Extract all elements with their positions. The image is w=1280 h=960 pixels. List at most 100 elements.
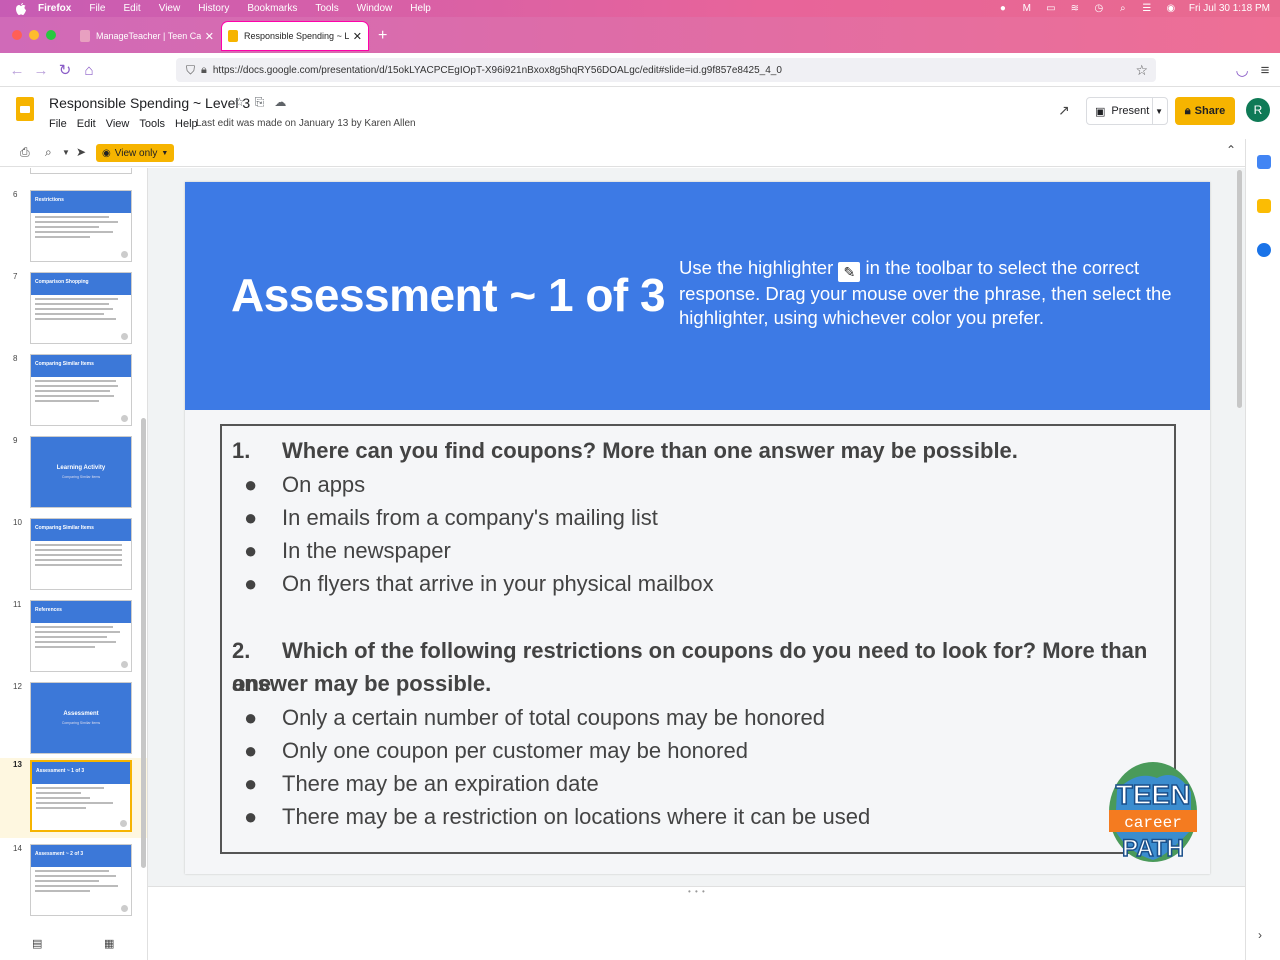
calendar-icon[interactable] <box>1257 155 1271 169</box>
answer-option[interactable]: ● There may be an expiration date <box>244 767 599 800</box>
grid-view-icon[interactable]: ▦ <box>104 937 114 950</box>
hide-menus-chevron-up-icon[interactable]: ⌃ <box>1226 143 1236 157</box>
slide-title[interactable]: Assessment ~ 1 of 3 <box>231 268 666 322</box>
filmstrip-item[interactable]: 7 Comparison Shopping <box>0 270 147 348</box>
answer-option[interactable]: ● Only one coupon per customer may be hon… <box>244 734 748 767</box>
filmstrip-item[interactable]: 11 References <box>0 598 147 676</box>
reload-icon[interactable]: ↻ <box>56 61 74 79</box>
pocket-icon[interactable]: ◡ <box>1233 61 1251 79</box>
minimize-window-button[interactable] <box>29 30 39 40</box>
slide-thumbnail[interactable]: Comparison Shopping <box>30 272 132 344</box>
resize-handle-icon[interactable]: • • • <box>688 887 706 896</box>
filmstrip-item[interactable]: 9 Learning Activity Comparing Similar It… <box>0 434 147 512</box>
slide-thumbnail-partial[interactable] <box>30 168 132 174</box>
menu-help[interactable]: Help <box>410 3 431 14</box>
present-button[interactable]: ▣ Present ▼ <box>1086 97 1168 125</box>
slides-logo-icon[interactable] <box>16 97 34 121</box>
malwarebytes-icon[interactable]: M <box>1021 3 1033 14</box>
answer-option[interactable]: ● On apps <box>244 468 365 501</box>
account-avatar[interactable]: R <box>1246 98 1270 122</box>
chevron-down-icon[interactable]: ▼ <box>1155 107 1163 116</box>
print-icon[interactable]: ⎙ <box>20 145 30 160</box>
slide-thumbnail[interactable]: Learning Activity Comparing Similar Item… <box>30 436 132 508</box>
answer-option[interactable]: ● There may be a restriction on locations… <box>244 800 870 833</box>
home-icon[interactable]: ⌂ <box>80 61 98 79</box>
new-tab-button[interactable]: + <box>378 27 387 45</box>
hamburger-menu-icon[interactable]: ≡ <box>1256 61 1274 79</box>
slide-thumbnail[interactable]: Comparing Similar Items <box>30 354 132 426</box>
close-tab-icon[interactable]: ✕ <box>205 30 214 43</box>
menubar-clock[interactable]: Fri Jul 30 1:18 PM <box>1189 3 1270 14</box>
filmstrip-item[interactable]: 14 Assessment ~ 2 of 3 <box>0 842 147 920</box>
slide-thumbnail[interactable]: Assessment ~ 1 of 3 <box>30 760 132 832</box>
answer-option[interactable]: ● On flyers that arrive in your physical … <box>244 567 714 600</box>
expand-side-panel-chevron-icon[interactable]: › <box>1258 928 1262 942</box>
battery-icon[interactable]: ▭ <box>1045 3 1057 14</box>
docs-menu-file[interactable]: File <box>49 118 67 130</box>
filmstrip-scrollbar[interactable] <box>141 418 146 868</box>
menu-edit[interactable]: Edit <box>123 3 140 14</box>
control-center-icon[interactable]: ☰ <box>1141 3 1153 14</box>
star-icon[interactable]: ☆ <box>234 95 245 110</box>
forward-arrow-icon[interactable]: → <box>32 61 50 79</box>
answer-option[interactable]: ● In the newspaper <box>244 534 451 567</box>
document-title[interactable]: Responsible Spending ~ Level 3 <box>49 95 250 111</box>
view-only-dropdown[interactable]: ◉ View only ▼ <box>96 144 175 162</box>
bookmark-star-icon[interactable]: ☆ <box>1135 62 1148 79</box>
menu-bookmarks[interactable]: Bookmarks <box>247 3 297 14</box>
question-box[interactable]: 1. Where can you find coupons? More than … <box>220 424 1176 854</box>
menu-window[interactable]: Window <box>357 3 393 14</box>
docs-menu-tools[interactable]: Tools <box>139 118 165 130</box>
menu-view[interactable]: View <box>159 3 181 14</box>
docs-menu-help[interactable]: Help <box>175 118 198 130</box>
menu-file[interactable]: File <box>89 3 105 14</box>
filmstrip-item[interactable]: 12 Assessment Comparing Similar Items <box>0 680 147 758</box>
last-edit-link[interactable]: Last edit was made on January 13 by Kare… <box>196 118 416 129</box>
siri-icon[interactable]: ◉ <box>1165 3 1177 14</box>
spotlight-search-icon[interactable]: ⌕ <box>1117 3 1129 14</box>
lock-icon[interactable]: 🔒︎ <box>201 64 207 77</box>
slide-thumbnail[interactable]: References <box>30 600 132 672</box>
filmstrip-item[interactable]: 6 Restrictions <box>0 188 147 266</box>
slide-thumbnail[interactable]: Assessment ~ 2 of 3 <box>30 844 132 916</box>
browser-tab-manageteacher[interactable]: ManageTeacher | Teen Career P ✕ <box>74 22 220 50</box>
question-2-continued[interactable]: answer may be possible. <box>232 667 491 700</box>
zoom-dropdown-chevron-icon[interactable]: ▼ <box>62 148 70 157</box>
close-tab-icon[interactable]: ✕ <box>353 30 362 43</box>
filmstrip-view-icon[interactable]: ▤ <box>32 937 42 950</box>
menu-history[interactable]: History <box>198 3 229 14</box>
time-machine-icon[interactable]: ◷ <box>1093 3 1105 14</box>
docs-menu-edit[interactable]: Edit <box>77 118 96 130</box>
zoom-window-button[interactable] <box>46 30 56 40</box>
current-slide[interactable]: Assessment ~ 1 of 3 Use the highlighter … <box>185 182 1210 874</box>
share-button[interactable]: 🔒︎ Share <box>1175 97 1235 125</box>
back-arrow-icon[interactable]: ← <box>8 61 26 79</box>
docs-menu-view[interactable]: View <box>106 118 130 130</box>
apple-icon[interactable] <box>14 2 28 15</box>
close-window-button[interactable] <box>12 30 22 40</box>
answer-option[interactable]: ● Only a certain number of total coupons … <box>244 701 825 734</box>
answer-option[interactable]: ● In emails from a company's mailing list <box>244 501 658 534</box>
filmstrip-item[interactable]: 8 Comparing Similar Items <box>0 352 147 430</box>
zoom-icon[interactable]: ⌕ <box>45 145 52 160</box>
url-text[interactable]: https://docs.google.com/presentation/d/1… <box>213 65 782 76</box>
status-dot-icon[interactable]: ● <box>997 3 1009 14</box>
select-cursor-icon[interactable]: ➤ <box>76 145 86 159</box>
activity-dashboard-icon[interactable]: ↗ <box>1058 102 1070 119</box>
keep-icon[interactable] <box>1257 199 1271 213</box>
address-bar[interactable]: ⛉ 🔒︎ https://docs.google.com/presentatio… <box>176 58 1156 82</box>
slide-thumbnail[interactable]: Restrictions <box>30 190 132 262</box>
question-1[interactable]: 1. Where can you find coupons? More than … <box>232 434 1018 467</box>
speaker-notes-area[interactable]: • • • <box>148 886 1245 960</box>
tasks-icon[interactable] <box>1257 243 1271 257</box>
menu-tools[interactable]: Tools <box>315 3 338 14</box>
browser-tab-responsible-spending[interactable]: Responsible Spending ~ Level 3 ✕ <box>222 22 368 50</box>
tracking-shield-icon[interactable]: ⛉ <box>186 63 195 78</box>
filmstrip-item[interactable]: 10 Comparing Similar Items <box>0 516 147 594</box>
canvas-scrollbar[interactable] <box>1237 170 1242 408</box>
wifi-icon[interactable]: ≋ <box>1069 3 1081 14</box>
menu-app-name[interactable]: Firefox <box>38 3 71 14</box>
filmstrip-item-selected[interactable]: 13 Assessment ~ 1 of 3 <box>0 758 147 838</box>
move-folder-icon[interactable]: ⎘ <box>255 95 265 110</box>
slide-thumbnail[interactable]: Assessment Comparing Similar Items <box>30 682 132 754</box>
